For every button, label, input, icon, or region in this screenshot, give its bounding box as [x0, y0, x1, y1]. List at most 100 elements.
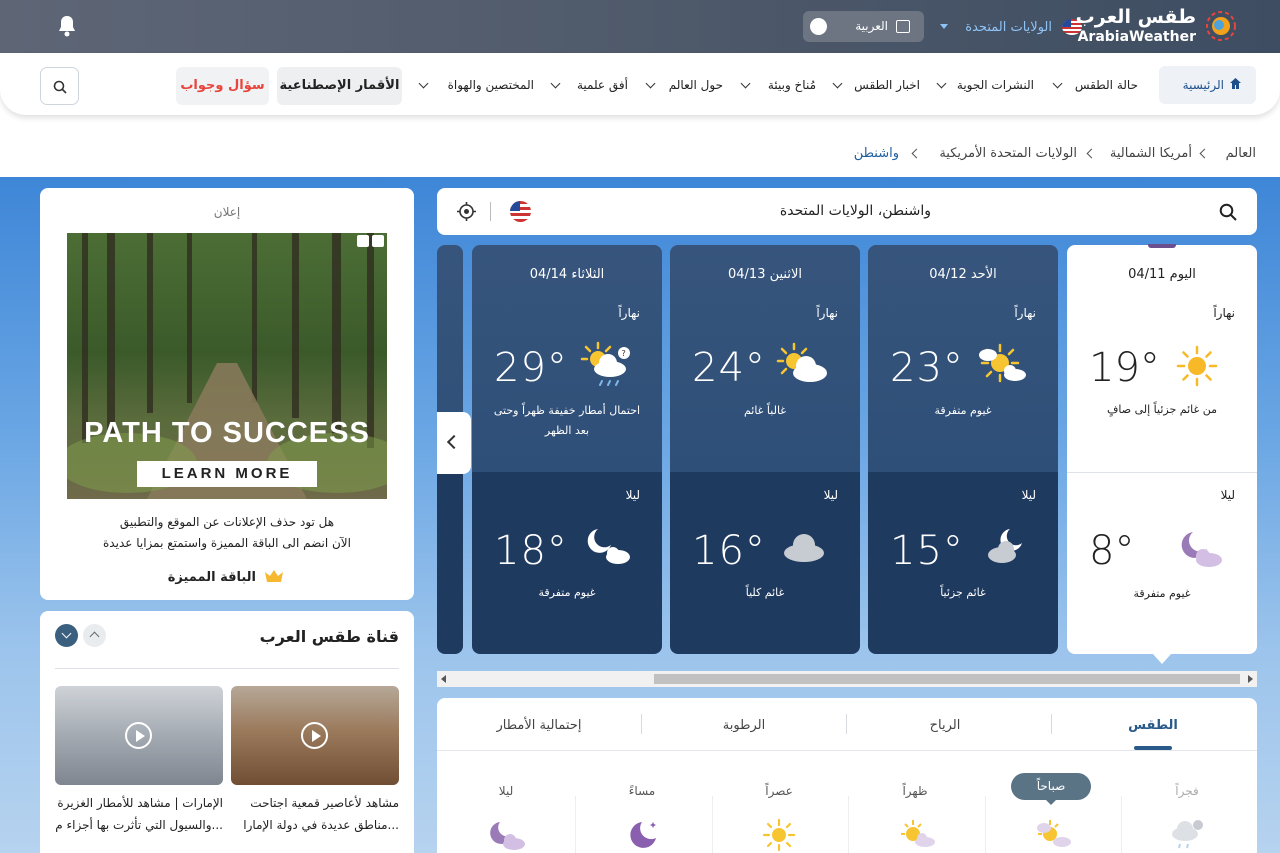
location-search-bar[interactable]: واشنطن، الولايات المتحدة: [437, 188, 1257, 235]
chevron-down-icon: [936, 78, 947, 89]
slot-sep: [848, 796, 849, 853]
nav-item-label: المختصين والهواة: [447, 78, 534, 92]
premium-label: الباقة المميزة: [167, 570, 256, 585]
breadcrumb: العالم أمريكا الشمالية الولايات المتحدة …: [0, 132, 1280, 176]
day-desc: غيوم متفرقة: [934, 404, 992, 417]
tab-wind[interactable]: الرياح: [912, 718, 978, 733]
site-logo[interactable]: طقس العرب ArabiaWeather: [1076, 5, 1260, 49]
nav-item-weather[interactable]: حالة الطقس: [1052, 75, 1140, 97]
satellite-button[interactable]: الأقمار الإصطناعية: [277, 67, 402, 105]
expand-button[interactable]: [55, 624, 78, 647]
night-desc: غائم جزئياً: [940, 586, 986, 599]
day-label: نهاراً: [816, 306, 838, 320]
nav-item-news[interactable]: اخبار الطقس: [832, 75, 922, 97]
main-nav: سؤال وجواب الأقمار الإصطناعية المختصين و…: [0, 53, 1280, 115]
ad-cta-button[interactable]: LEARN MORE: [137, 461, 317, 487]
slot-morning: صباحاً: [1036, 779, 1066, 793]
horizontal-scrollbar[interactable]: [437, 671, 1257, 687]
forecast-card-tuesday[interactable]: الثلاثاء 04/14 نهاراً 29° ? احتمال أمطار…: [472, 245, 662, 654]
nav-item-home[interactable]: الرئيسية: [1159, 66, 1256, 104]
card-divider: [1067, 472, 1257, 473]
video-thumbnail[interactable]: [55, 686, 223, 785]
top-bar: العربية الولايات المتحدة طقس العرب Arabi…: [0, 0, 1280, 53]
partly-sunny-icon: [1037, 820, 1071, 847]
svg-text:?: ?: [622, 349, 626, 358]
breadcrumb-usa[interactable]: الولايات المتحدة الأمريكية: [939, 146, 1077, 161]
day-desc-line2: بعد الظهر: [544, 424, 590, 437]
nav-item-bulletins[interactable]: النشرات الجوية: [936, 75, 1036, 97]
country-selector[interactable]: الولايات المتحدة: [938, 13, 1084, 41]
notification-bell-icon[interactable]: [56, 14, 78, 38]
scroll-thumb[interactable]: [654, 674, 1240, 684]
night-label: ليلا: [625, 488, 640, 502]
slot-sep: [575, 796, 576, 853]
night-temp: 16°: [692, 528, 766, 574]
pill-pointer: [1045, 799, 1057, 805]
nav-item-label: الرئيسية: [1182, 78, 1224, 92]
tab-divider: [437, 750, 1257, 751]
locate-icon[interactable]: [456, 201, 477, 222]
video-title-line2[interactable]: والسيول التي تأثرت بها أجزاء م...: [55, 818, 223, 832]
ad-cta-label: LEARN MORE: [161, 465, 293, 482]
video-title-line1[interactable]: مشاهد لأعاصير قمعية اجتاحت: [250, 796, 399, 810]
forecast-card-monday[interactable]: الاثنين 04/13 نهاراً 24° غالباً غائم ليل…: [670, 245, 860, 654]
card-date: الاثنين 04/13: [728, 267, 802, 282]
nav-search-button[interactable]: [40, 67, 79, 105]
night-label: ليلا: [1021, 488, 1036, 502]
play-icon[interactable]: [301, 722, 328, 749]
video-thumbnail[interactable]: [231, 686, 399, 785]
translate-icon: [896, 20, 910, 33]
nav-item-climate[interactable]: مُناخ وبيئة: [740, 75, 818, 97]
us-flag-icon: [510, 201, 531, 222]
logo-arabic: طقس العرب: [1075, 6, 1196, 28]
chevron-down-icon: [832, 78, 843, 89]
slot-evening[interactable]: مساءً: [577, 784, 707, 798]
video-title-line2[interactable]: مناطق عديدة في دولة الإمارا...: [243, 818, 399, 832]
ad-promo-line1: هل تود حذف الإعلانات عن الموقع والتطبيق: [119, 515, 335, 529]
breadcrumb-north-america[interactable]: أمريكا الشمالية: [1110, 146, 1192, 161]
slot-noon[interactable]: ظهراً: [850, 784, 980, 798]
premium-link[interactable]: الباقة المميزة: [168, 566, 288, 588]
nav-item-world[interactable]: حول العالم: [645, 75, 725, 97]
channel-title: قناة طقس العرب: [259, 627, 399, 646]
tab-weather[interactable]: الطقس: [1120, 718, 1186, 733]
tab-rain-probability[interactable]: إحتمالية الأمطار: [486, 718, 592, 733]
scroll-left-arrow[interactable]: [441, 675, 446, 683]
day-desc: من غائم جزئياً إلى صافٍ: [1106, 403, 1217, 416]
card-date: الأحد 04/12: [929, 267, 997, 282]
nav-item-label: أفق علمية: [576, 78, 628, 92]
chevron-up-icon: [89, 631, 100, 642]
moon-stars-icon: [630, 822, 656, 848]
search-icon[interactable]: [1219, 203, 1237, 221]
language-label: العربية: [855, 19, 888, 33]
slot-morning-pill[interactable]: صباحاً: [1011, 773, 1091, 800]
day-temp: 24°: [692, 345, 766, 391]
carousel-prev-button[interactable]: [437, 412, 471, 474]
forecast-card-today[interactable]: اليوم 04/11 نهاراً 19° من غائم جزئياً إل…: [1067, 244, 1257, 664]
ad-image[interactable]: PATH TO SUCCESS LEARN MORE: [67, 233, 387, 499]
night-label: ليلا: [823, 488, 838, 502]
scroll-right-arrow[interactable]: [1248, 675, 1253, 683]
nav-item-science[interactable]: أفق علمية: [550, 75, 630, 97]
breadcrumb-world[interactable]: العالم: [1226, 146, 1256, 161]
breadcrumb-washington: واشنطن: [853, 146, 899, 161]
chevron-down-icon: [61, 628, 72, 639]
moon-cloud-icon: [988, 529, 1022, 563]
ad-menu-icon[interactable]: [372, 235, 384, 247]
forecast-card-sunday[interactable]: الأحد 04/12 نهاراً 23° غيوم متفرقة ليلا …: [868, 245, 1058, 654]
moon-cloud-icon: [490, 822, 525, 850]
play-icon[interactable]: [125, 722, 152, 749]
slot-afternoon[interactable]: عصراً: [714, 784, 844, 798]
chevron-down-icon: [645, 78, 656, 89]
qa-button[interactable]: سؤال وجواب: [176, 67, 269, 105]
collapse-button[interactable]: [83, 624, 106, 647]
language-selector[interactable]: العربية: [803, 11, 924, 42]
nav-item-experts[interactable]: المختصين والهواة: [418, 75, 536, 97]
ad-info-icon[interactable]: [357, 235, 369, 247]
slot-night[interactable]: ليلا: [441, 784, 571, 798]
night-desc: غائم كلياً: [745, 586, 785, 599]
video-title-line1[interactable]: الإمارات | مشاهد للأمطار الغزيرة: [57, 796, 223, 810]
slot-dawn[interactable]: فجراً: [1122, 784, 1252, 798]
tab-humidity[interactable]: الرطوبة: [706, 718, 782, 733]
pointer-arrow: [1152, 653, 1172, 664]
